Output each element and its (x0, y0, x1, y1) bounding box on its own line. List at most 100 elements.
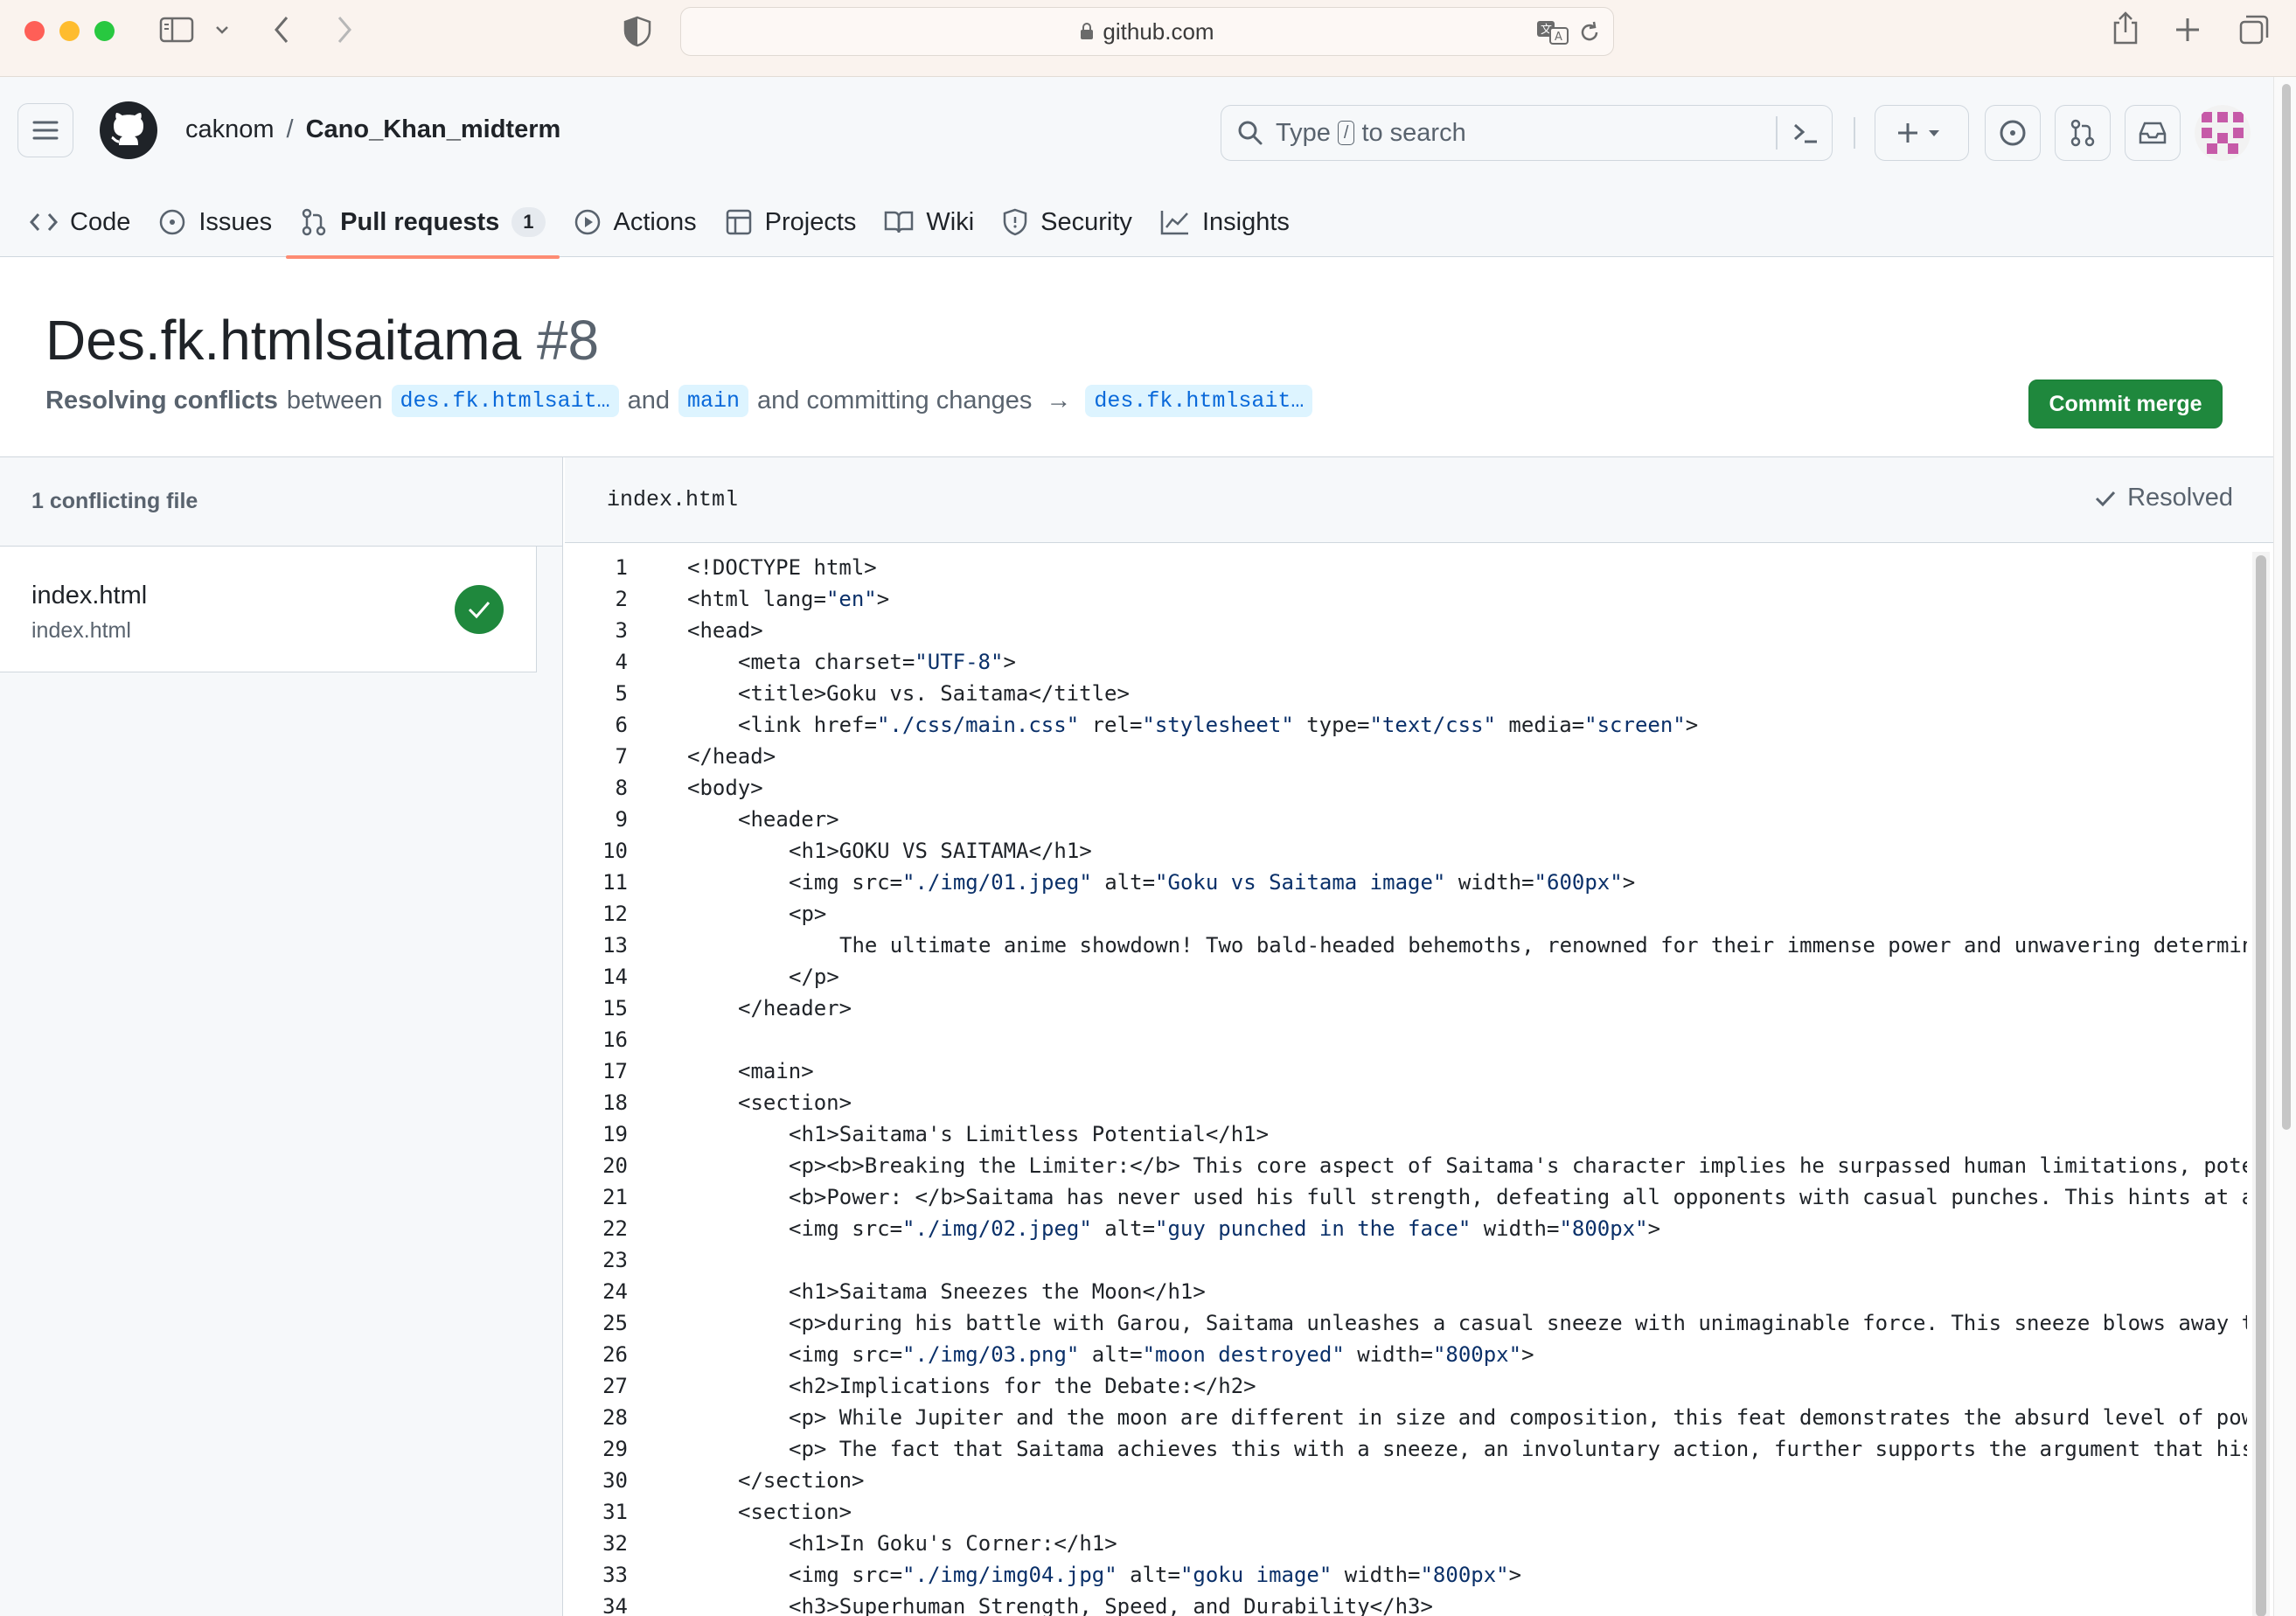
line-number: 17 (602, 1059, 628, 1083)
code-line[interactable]: 3 <head> (565, 615, 2247, 646)
code-line[interactable]: 13 The ultimate anime showdown! Two bald-… (565, 930, 2247, 961)
reload-icon[interactable] (1578, 20, 1601, 45)
line-content: <p> While Jupiter and the moon are diffe… (789, 1405, 2247, 1430)
code-line[interactable]: 26 <img src="./img/03.png" alt="moon dest… (565, 1339, 2247, 1370)
conflicting-file-count: 1 conflicting file (0, 457, 563, 547)
code-line[interactable]: 30 </section> (565, 1465, 2247, 1496)
code-line[interactable]: 28 <p> While Jupiter and the moon are dif… (565, 1402, 2247, 1433)
code-line[interactable]: 14 </p> (565, 961, 2247, 993)
window-minimize-button[interactable] (59, 21, 80, 41)
code-line[interactable]: 25 <p>during his battle with Garou, Saita… (565, 1307, 2247, 1339)
tab-projects[interactable]: Projects (711, 187, 871, 257)
line-content: </section> (738, 1468, 865, 1493)
code-line[interactable]: 23 (565, 1244, 2247, 1276)
page-scrollbar-thumb[interactable] (2282, 84, 2291, 1130)
translate-icon[interactable]: 文A (1536, 20, 1569, 45)
tab-security[interactable]: Security (988, 187, 1146, 257)
line-number: 20 (602, 1153, 628, 1178)
tab-insights[interactable]: Insights (1146, 187, 1304, 257)
avatar[interactable] (2195, 105, 2251, 161)
code-line[interactable]: 10 <h1>GOKU VS SAITAMA</h1> (565, 835, 2247, 867)
editor-scrollbar-thumb[interactable] (2256, 555, 2266, 1616)
tab-actions[interactable]: Actions (560, 187, 711, 257)
code-line[interactable]: 21 <b>Power: </b>Saitama has never used h… (565, 1181, 2247, 1213)
create-new-button[interactable] (1875, 105, 1969, 161)
code-line[interactable]: 2 <html lang="en"> (565, 583, 2247, 615)
search-input[interactable]: Type / to search (1221, 105, 1833, 161)
code-line[interactable]: 27 <h2>Implications for the Debate:</h2> (565, 1370, 2247, 1402)
line-number: 15 (602, 996, 628, 1020)
code-line[interactable]: 18 <section> (565, 1087, 2247, 1118)
code-line[interactable]: 6 <link href="./css/main.css" rel="styles… (565, 709, 2247, 741)
play-icon (574, 208, 602, 236)
github-logo-icon[interactable] (100, 101, 157, 159)
line-number: 11 (602, 870, 628, 895)
window-close-button[interactable] (24, 21, 45, 41)
target-branch-label[interactable]: des.fk.htmlsait… (1085, 385, 1313, 417)
graph-icon (1160, 209, 1190, 235)
tab-code[interactable]: Code (16, 187, 144, 257)
head-branch-label[interactable]: des.fk.htmlsait… (391, 385, 619, 417)
tab-overview-icon[interactable] (2238, 14, 2270, 45)
code-line[interactable]: 20 <p><b>Breaking the Limiter:</b> This c… (565, 1150, 2247, 1181)
code-line[interactable]: 5 <title>Goku vs. Saitama</title> (565, 678, 2247, 709)
sidebar-toggle-icon[interactable] (159, 16, 194, 44)
issues-button[interactable] (1985, 105, 2041, 161)
code-line[interactable]: 15 </header> (565, 993, 2247, 1024)
code-line[interactable]: 19 <h1>Saitama's Limitless Potential</h1> (565, 1118, 2247, 1150)
code-line[interactable]: 9 <header> (565, 804, 2247, 835)
tab-wiki[interactable]: Wiki (870, 187, 988, 257)
line-content: </p> (789, 965, 839, 989)
git-pull-request-icon (2070, 119, 2095, 147)
code-line[interactable]: 7 </head> (565, 741, 2247, 772)
tab-issues[interactable]: Issues (144, 187, 286, 257)
new-tab-plus-icon[interactable] (2174, 16, 2202, 44)
command-palette-icon[interactable] (1792, 120, 1819, 150)
resolved-check-icon (455, 585, 504, 634)
code-line[interactable]: 24 <h1>Saitama Sneezes the Moon</h1> (565, 1276, 2247, 1307)
line-number: 13 (602, 933, 628, 958)
code-area[interactable]: 1 <!DOCTYPE html> 2 <html lang="en"> 3 <head>… (565, 552, 2247, 1616)
privacy-shield-icon[interactable] (623, 16, 652, 47)
base-branch-label[interactable]: main (678, 385, 748, 417)
menu-button[interactable] (17, 103, 73, 157)
line-content: <header> (738, 807, 839, 832)
plus-icon (1898, 123, 1939, 143)
conflict-file-item[interactable]: index.html index.html (0, 547, 537, 672)
code-line[interactable]: 29 <p> The fact that Saitama achieves thi… (565, 1433, 2247, 1465)
tab-pull-requests[interactable]: Pull requests 1 (286, 187, 560, 259)
line-content: <meta charset="UTF-8"> (738, 650, 1016, 674)
code-line[interactable]: 31 <section> (565, 1496, 2247, 1528)
browser-toolbar: github.com 文A (0, 0, 2296, 77)
inbox-button[interactable] (2125, 105, 2181, 161)
code-icon (30, 210, 58, 234)
git-pull-request-icon (300, 208, 328, 236)
repo-name-link[interactable]: Cano_Khan_midterm (306, 115, 561, 144)
code-line[interactable]: 4 <meta charset="UTF-8"> (565, 646, 2247, 678)
code-line[interactable]: 1 <!DOCTYPE html> (565, 552, 2247, 583)
code-line[interactable]: 17 <main> (565, 1055, 2247, 1087)
chevron-down-icon[interactable] (213, 21, 231, 38)
code-line[interactable]: 34 <h3>Superhuman Strength, Speed, and Du… (565, 1591, 2247, 1616)
repo-owner-link[interactable]: caknom (185, 115, 275, 144)
code-line[interactable]: 16 (565, 1024, 2247, 1055)
commit-merge-button[interactable]: Commit merge (2028, 380, 2223, 428)
line-content: <head> (687, 618, 763, 643)
code-line[interactable]: 8 <body> (565, 772, 2247, 804)
line-content: <h1>GOKU VS SAITAMA</h1> (789, 839, 1092, 863)
code-line[interactable]: 11 <img src="./img/01.jpeg" alt="Goku vs … (565, 867, 2247, 898)
issue-opened-icon (2000, 120, 2026, 146)
code-line[interactable]: 22 <img src="./img/02.jpeg" alt="guy punc… (565, 1213, 2247, 1244)
window-zoom-button[interactable] (94, 21, 115, 41)
code-line[interactable]: 12 <p> (565, 898, 2247, 930)
code-line[interactable]: 33 <img src="./img/img04.jpg" alt="goku i… (565, 1559, 2247, 1591)
svg-text:A: A (1555, 31, 1562, 44)
pull-requests-button[interactable] (2055, 105, 2111, 161)
conflict-resolver: 1 conflicting file index.html index.html… (0, 456, 2273, 1616)
back-arrow-icon[interactable] (271, 14, 294, 45)
code-line[interactable]: 32 <h1>In Goku's Corner:</h1> (565, 1528, 2247, 1559)
line-content: <section> (738, 1500, 852, 1524)
share-icon[interactable] (2111, 10, 2140, 45)
address-bar[interactable]: github.com 文A (680, 7, 1614, 56)
forward-arrow-icon[interactable] (332, 14, 355, 45)
